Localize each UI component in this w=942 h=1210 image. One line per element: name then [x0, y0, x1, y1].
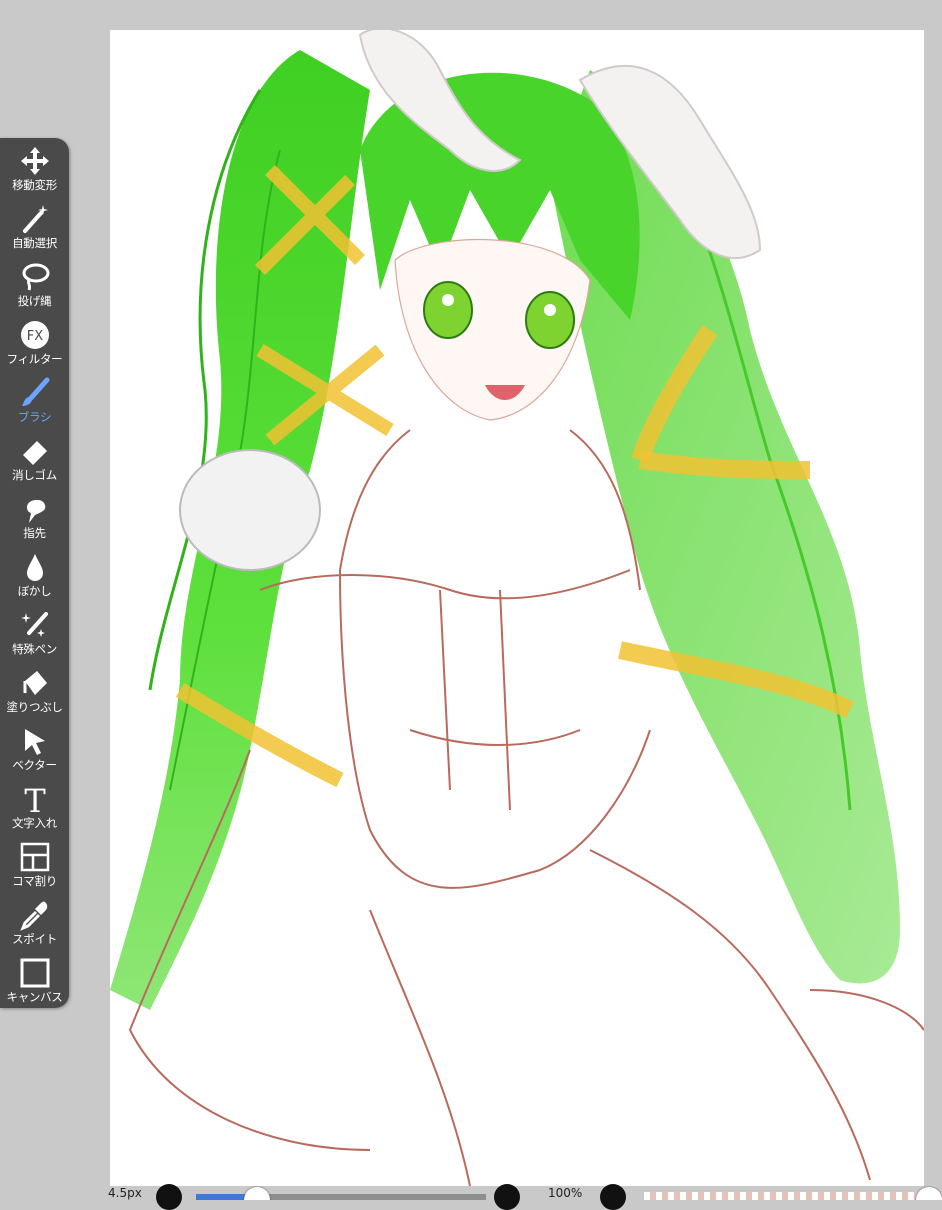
brush-icon [17, 376, 53, 410]
brush-size-slider[interactable] [196, 1186, 486, 1200]
brush-size-decrease-button[interactable] [156, 1184, 182, 1210]
tool-canvas[interactable]: キャンバス [0, 956, 69, 1013]
special-pen-icon [17, 608, 53, 642]
tool-special-pen[interactable]: 特殊ペン [0, 608, 69, 665]
move-arrows-icon [17, 144, 53, 178]
eraser-icon [17, 434, 53, 468]
tool-filter[interactable]: FX フィルター [0, 318, 69, 375]
brush-size-increase-button[interactable] [494, 1184, 520, 1210]
text-icon-glyph: T [24, 783, 46, 815]
drawing-canvas[interactable] [110, 30, 924, 1186]
tool-smudge[interactable]: 指先 [0, 492, 69, 549]
opacity-readout: 100% [548, 1186, 583, 1200]
artwork [110, 30, 924, 1186]
magic-wand-icon [17, 202, 53, 236]
smudge-finger-icon [17, 492, 53, 526]
text-tool-icon: T [17, 782, 53, 816]
tool-label: ぼかし [17, 584, 52, 598]
vector-cursor-icon [17, 724, 53, 758]
tool-panel-divide[interactable]: コマ割り [0, 840, 69, 897]
tool-label: キャンバス [6, 990, 63, 1004]
bottom-bar: 4.5px 100% [0, 1184, 942, 1210]
tool-label: 消しゴム [12, 468, 57, 482]
tool-label: スポイト [12, 932, 57, 946]
brush-size-readout: 4.5px [108, 1186, 142, 1200]
tool-blur[interactable]: ぼかし [0, 550, 69, 607]
blur-drop-icon [17, 550, 53, 584]
tool-fill[interactable]: 塗りつぶし [0, 666, 69, 723]
tool-label: コマ割り [12, 874, 57, 888]
panel-divide-icon [17, 840, 53, 874]
tool-label: ブラシ [17, 410, 52, 424]
brush-size-slider-thumb[interactable] [244, 1187, 270, 1200]
tool-move-transform[interactable]: 移動変形 [0, 144, 69, 201]
tool-text[interactable]: T 文字入れ [0, 782, 69, 839]
tool-label: 塗りつぶし [6, 700, 63, 714]
opacity-slider[interactable] [644, 1186, 942, 1200]
tool-label: 投げ縄 [17, 294, 52, 308]
tool-brush[interactable]: ブラシ [0, 376, 69, 433]
fx-icon-text: FX [26, 329, 42, 344]
tool-label: 特殊ペン [12, 642, 57, 656]
lasso-icon [17, 260, 53, 294]
tool-label: 移動変形 [12, 178, 57, 192]
tool-label: 自動選択 [12, 236, 57, 250]
tool-eraser[interactable]: 消しゴム [0, 434, 69, 491]
tool-label: 指先 [23, 526, 46, 540]
eyedropper-icon [17, 898, 53, 932]
canvas-icon [17, 956, 53, 990]
tool-eyedropper[interactable]: スポイト [0, 898, 69, 955]
tool-label: ベクター [12, 758, 57, 772]
opacity-decrease-button[interactable] [600, 1184, 626, 1210]
tool-label: フィルター [6, 352, 63, 366]
fx-filter-icon: FX [17, 318, 53, 352]
bucket-fill-icon [17, 666, 53, 700]
opacity-slider-thumb[interactable] [916, 1187, 942, 1200]
tool-palette: 移動変形 自動選択 投げ縄 FX フィルター ブラシ 消しゴム 指先 ぼかし 特… [0, 138, 69, 1008]
tool-lasso[interactable]: 投げ縄 [0, 260, 69, 317]
tool-vector[interactable]: ベクター [0, 724, 69, 781]
tool-label: 文字入れ [12, 816, 57, 830]
tool-magic-wand[interactable]: 自動選択 [0, 202, 69, 259]
